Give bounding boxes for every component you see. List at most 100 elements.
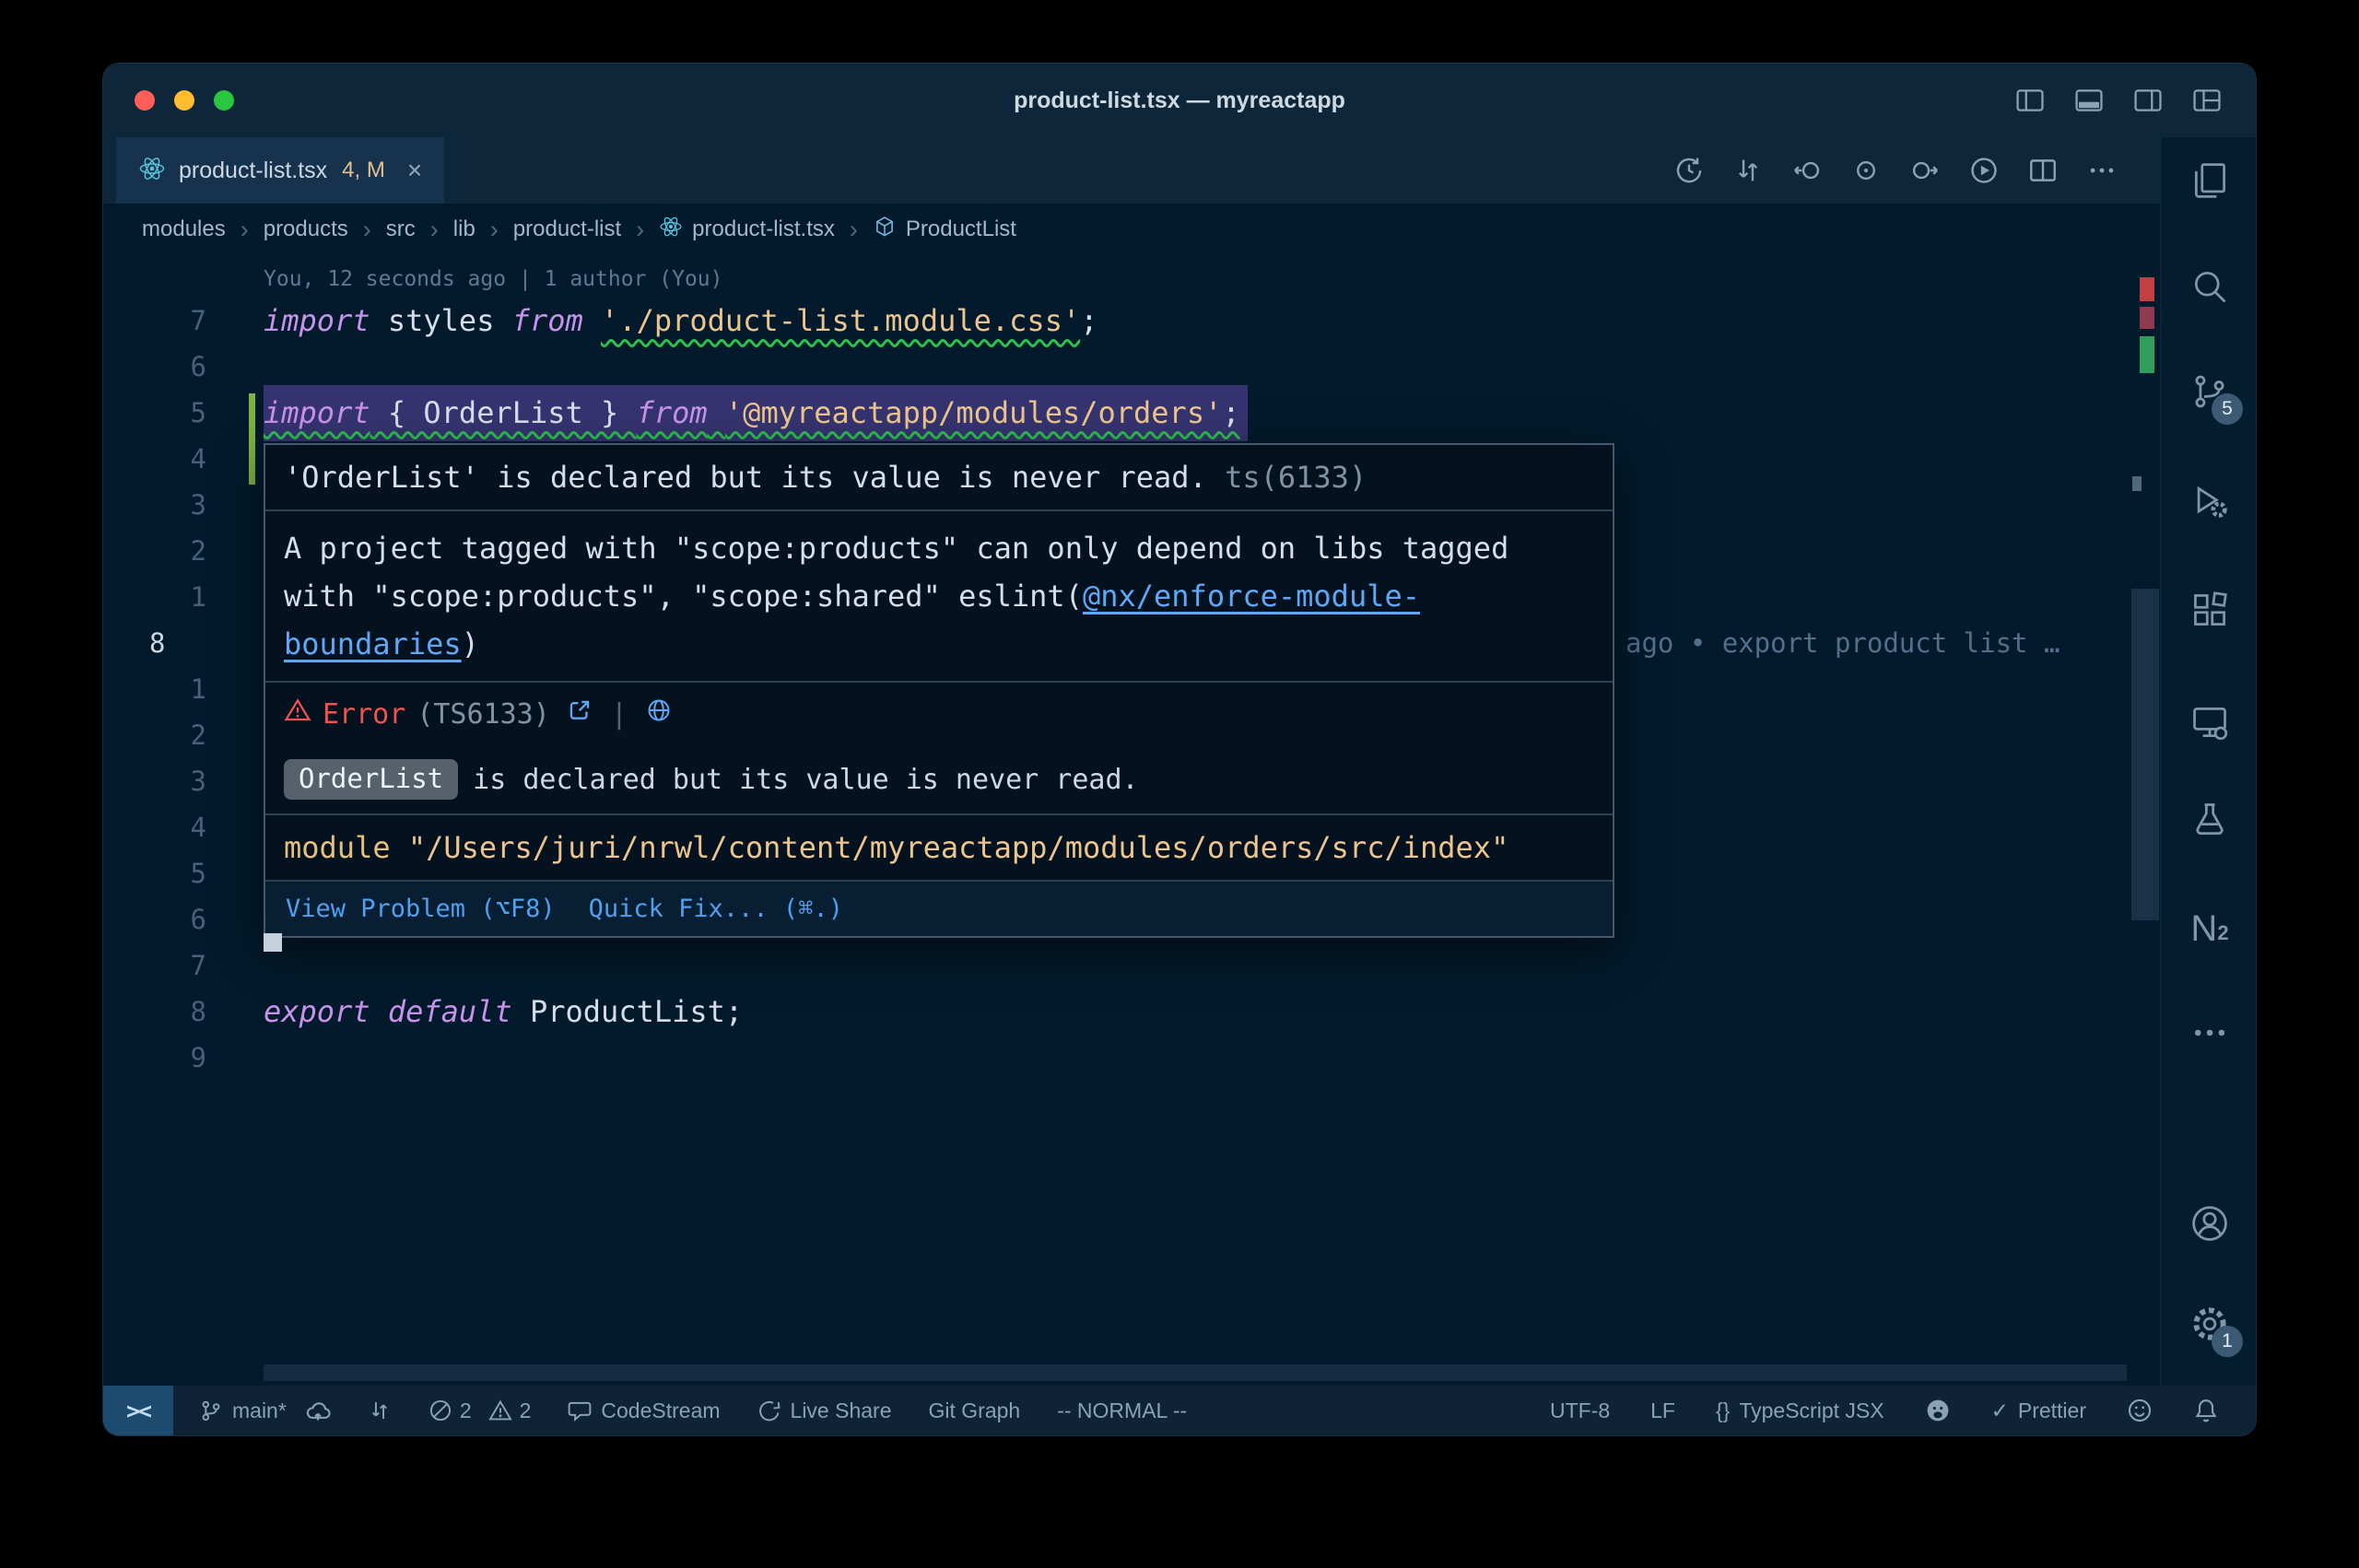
run-and-debug-icon[interactable]	[2189, 481, 2230, 521]
previous-change-icon[interactable]	[1791, 155, 1823, 186]
overview-ruler[interactable]	[2130, 255, 2160, 1386]
relative-line-number: 3	[191, 482, 206, 528]
remote-indicator[interactable]: ><	[103, 1386, 173, 1435]
feedback-item[interactable]	[2127, 1398, 2153, 1423]
line-number-gutter[interactable]: 2	[103, 712, 264, 758]
code-line[interactable]: 7	[103, 942, 2160, 989]
external-link-icon[interactable]	[567, 697, 593, 731]
remote-icon: ><	[126, 1398, 150, 1424]
relative-line-number: 2	[191, 528, 206, 574]
more-views-icon[interactable]	[2189, 1012, 2230, 1053]
code-line[interactable]: 7import styles from './product-list.modu…	[103, 298, 2160, 344]
toggle-panel-icon[interactable]	[2073, 85, 2105, 116]
code-line[interactable]: 5import { OrderList } from '@myreactapp/…	[103, 390, 2160, 436]
line-number-gutter[interactable]: 6	[103, 344, 264, 390]
remote-explorer-icon[interactable]	[2189, 702, 2230, 743]
close-tab-icon[interactable]: ×	[407, 158, 422, 183]
code-token: export	[264, 994, 370, 1029]
explorer-icon[interactable]	[2189, 160, 2230, 201]
code-line[interactable]: 9	[103, 1035, 2160, 1081]
breadcrumb-src[interactable]: src	[386, 216, 416, 242]
testing-beaker-icon[interactable]	[2189, 800, 2230, 840]
line-content	[264, 1035, 2160, 1081]
breadcrumb: modules › products › src › lib › product…	[103, 204, 2160, 255]
breadcrumb-symbol[interactable]: ProductList	[873, 215, 1016, 245]
line-number-gutter[interactable]: 7	[103, 942, 264, 989]
toggle-primary-sidebar-icon[interactable]	[2014, 85, 2046, 116]
line-number-gutter[interactable]: 7	[103, 298, 264, 344]
breadcrumb-file[interactable]: product-list.tsx	[659, 215, 835, 245]
github-icon	[1925, 1398, 1951, 1423]
zoom-window-button[interactable]	[214, 90, 234, 111]
next-change-icon[interactable]	[1909, 155, 1941, 186]
problems-item[interactable]: 2 2	[428, 1398, 532, 1423]
minimize-window-button[interactable]	[174, 90, 194, 111]
line-number-gutter[interactable]: 2	[103, 528, 264, 574]
line-number-gutter[interactable]: 8	[103, 989, 264, 1035]
relative-line-number: 4	[191, 804, 206, 850]
git-graph-item[interactable]: Git Graph	[929, 1398, 1021, 1423]
account-icon[interactable]	[2189, 1203, 2230, 1244]
line-number-gutter[interactable]: 8	[103, 620, 264, 666]
warning-count: 2	[520, 1398, 532, 1423]
ruler-error-mark	[2140, 307, 2154, 329]
breadcrumb-products[interactable]: products	[264, 216, 348, 242]
hover-resize-corner[interactable]	[264, 933, 282, 952]
relative-line-number: 1	[191, 574, 206, 620]
horizontal-scrollbar-thumb[interactable]	[264, 1364, 2127, 1381]
vertical-scrollbar-thumb[interactable]	[2131, 589, 2159, 920]
split-editor-icon[interactable]	[2027, 155, 2059, 186]
codestream-item[interactable]: CodeStream	[568, 1398, 720, 1423]
notifications-bell-icon[interactable]	[2193, 1398, 2219, 1423]
vim-mode-indicator[interactable]: -- NORMAL --	[1057, 1398, 1187, 1423]
run-icon[interactable]	[1968, 155, 2000, 186]
line-number-gutter[interactable]: 3	[103, 758, 264, 804]
extensions-icon[interactable]	[2189, 590, 2230, 630]
braces-icon: {}	[1716, 1398, 1730, 1423]
breadcrumb-lib[interactable]: lib	[453, 216, 475, 242]
close-window-button[interactable]	[135, 90, 155, 111]
chevron-right-icon: ›	[428, 216, 440, 244]
view-problem-button[interactable]: View Problem (⌥F8)	[286, 895, 556, 923]
code-token	[583, 303, 601, 338]
eol-item[interactable]: LF	[1650, 1398, 1675, 1423]
nx-console-icon[interactable]: N2	[2189, 908, 2230, 949]
line-number-gutter[interactable]: 1	[103, 666, 264, 712]
line-number-gutter[interactable]: 9	[103, 1035, 264, 1081]
code-line[interactable]: 8export default ProductList;	[103, 989, 2160, 1035]
breadcrumb-modules[interactable]: modules	[142, 216, 226, 242]
line-number-gutter[interactable]: 5	[103, 390, 264, 436]
git-blame-codelens[interactable]: You, 12 seconds ago | 1 author (You)	[103, 261, 2160, 298]
encoding-item[interactable]: UTF-8	[1550, 1398, 1610, 1423]
live-share-item[interactable]: Live Share	[757, 1398, 892, 1423]
git-branch-item[interactable]: main*	[199, 1398, 331, 1423]
history-icon[interactable]	[1673, 155, 1705, 186]
titlebar: product-list.tsx — myreactapp	[103, 64, 2256, 137]
prettier-item[interactable]: ✓ Prettier	[1991, 1398, 2086, 1423]
line-number-gutter[interactable]: 6	[103, 896, 264, 942]
more-actions-icon[interactable]	[2086, 155, 2118, 186]
globe-icon[interactable]	[646, 697, 672, 731]
customize-layout-icon[interactable]	[2191, 85, 2223, 116]
toggle-secondary-sidebar-icon[interactable]	[2132, 85, 2164, 116]
compare-sync-item[interactable]	[368, 1398, 392, 1422]
code-line[interactable]: 6	[103, 344, 2160, 390]
open-changes-icon[interactable]	[1850, 155, 1882, 186]
tab-product-list[interactable]: product-list.tsx 4, M ×	[116, 137, 444, 204]
compare-changes-icon[interactable]	[1732, 155, 1764, 186]
breadcrumb-product-list-folder[interactable]: product-list	[513, 216, 621, 242]
language-mode-item[interactable]: {} TypeScript JSX	[1716, 1398, 1884, 1423]
line-number-gutter[interactable]: 1	[103, 574, 264, 620]
line-content	[264, 942, 2160, 989]
search-icon[interactable]	[2189, 266, 2230, 307]
chip-message: is declared but its value is never read.	[473, 764, 1138, 796]
line-number-gutter[interactable]: 3	[103, 482, 264, 528]
line-number-gutter[interactable]: 5	[103, 850, 264, 896]
warning-triangle-icon	[284, 696, 311, 731]
quick-fix-button[interactable]: Quick Fix... (⌘.)	[589, 895, 843, 923]
line-number-gutter[interactable]: 4	[103, 804, 264, 850]
github-item[interactable]	[1925, 1398, 1951, 1423]
line-number-gutter[interactable]: 4	[103, 436, 264, 482]
editor[interactable]: You, 12 seconds ago | 1 author (You) 7im…	[103, 255, 2160, 1386]
relative-line-number: 8	[191, 989, 206, 1035]
